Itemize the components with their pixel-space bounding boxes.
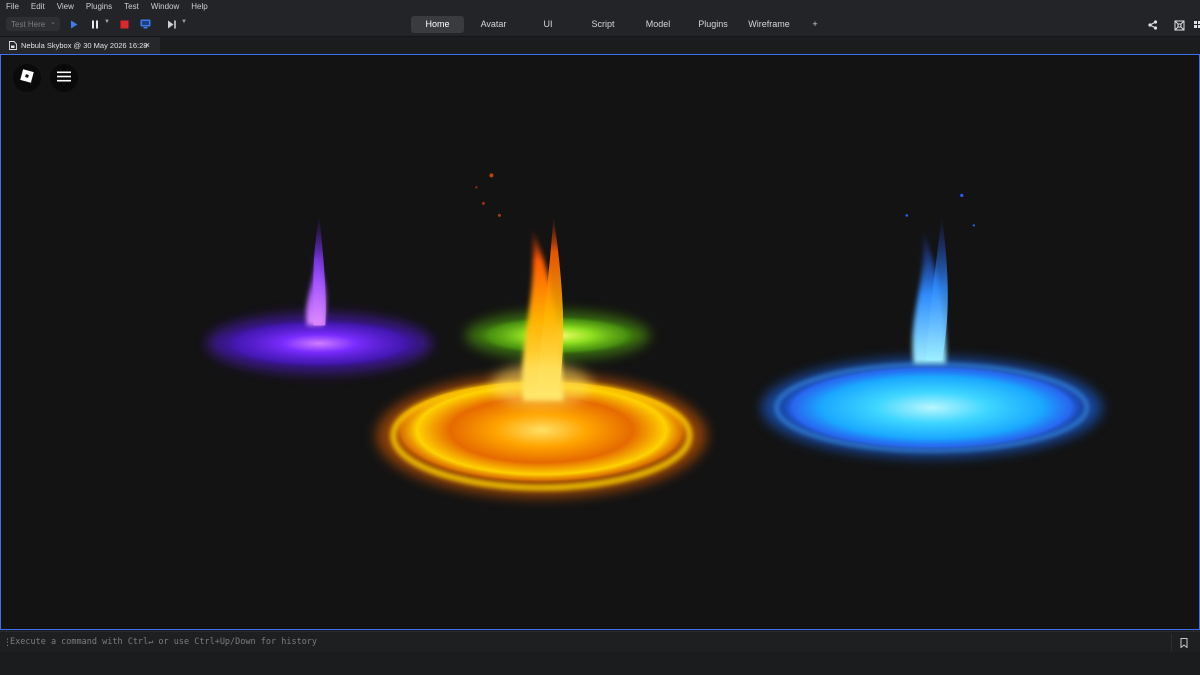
document-tab-strip: Nebula Skybox @ 30 May 2026 16:28 × <box>0 37 1200 54</box>
ribbon-tabs: Home Avatar UI Script Model Plugins Wire… <box>411 16 835 33</box>
share-icon[interactable] <box>1147 19 1159 31</box>
close-icon[interactable]: × <box>145 40 150 50</box>
test-mode-label: Test Here <box>11 19 46 29</box>
command-bar: ⋮ <box>0 631 1200 652</box>
collaborate-icon[interactable] <box>1173 19 1185 31</box>
grid-icon[interactable] <box>1192 19 1200 31</box>
hamburger-menu-button[interactable] <box>50 64 78 92</box>
toolbar: Test Here ⌄ ▼ ▼ Home Avatar UI Script Mo… <box>0 13 1200 37</box>
roblox-logo-icon <box>20 68 34 88</box>
document-tab[interactable]: Nebula Skybox @ 30 May 2026 16:28 × <box>0 37 160 54</box>
menu-test[interactable]: Test <box>118 0 145 13</box>
menu-edit[interactable]: Edit <box>25 0 51 13</box>
test-mode-select[interactable]: Test Here ⌄ <box>6 17 60 31</box>
tab-ui[interactable]: UI <box>523 16 573 33</box>
screen-icon[interactable] <box>139 18 151 30</box>
menu-window[interactable]: Window <box>145 0 185 13</box>
menu-plugins[interactable]: Plugins <box>80 0 118 13</box>
add-tab-button[interactable]: + <box>795 16 835 33</box>
hamburger-menu-icon <box>57 69 71 87</box>
tab-home[interactable]: Home <box>411 16 464 33</box>
viewport-scene <box>1 55 1199 629</box>
tab-plugins[interactable]: Plugins <box>683 16 743 33</box>
stop-icon[interactable] <box>118 18 130 30</box>
menu-file[interactable]: File <box>0 0 25 13</box>
game-viewport[interactable] <box>0 54 1200 630</box>
menu-bar: File Edit View Plugins Test Window Help <box>0 0 1200 13</box>
bookmark-icon[interactable] <box>1171 634 1196 651</box>
tab-wireframe[interactable]: Wireframe <box>743 16 795 33</box>
roblox-logo-button[interactable] <box>13 64 41 92</box>
status-bar <box>0 652 1200 675</box>
pause-icon[interactable] <box>89 18 101 30</box>
tab-avatar[interactable]: Avatar <box>464 16 523 33</box>
chevron-down-icon: ⌄ <box>50 19 56 26</box>
place-file-icon <box>9 41 17 50</box>
play-icon[interactable] <box>68 18 80 30</box>
step-forward-icon[interactable] <box>166 18 178 30</box>
studio-window: File Edit View Plugins Test Window Help … <box>0 0 1200 675</box>
tab-model[interactable]: Model <box>633 16 683 33</box>
document-tab-title: Nebula Skybox @ 30 May 2026 16:28 <box>21 41 148 50</box>
command-input[interactable] <box>10 634 1160 650</box>
menu-help[interactable]: Help <box>185 0 213 13</box>
pause-options-chevron-icon[interactable]: ▼ <box>104 19 110 25</box>
menu-view[interactable]: View <box>51 0 80 13</box>
step-options-chevron-icon[interactable]: ▼ <box>181 19 187 25</box>
tab-script[interactable]: Script <box>573 16 633 33</box>
